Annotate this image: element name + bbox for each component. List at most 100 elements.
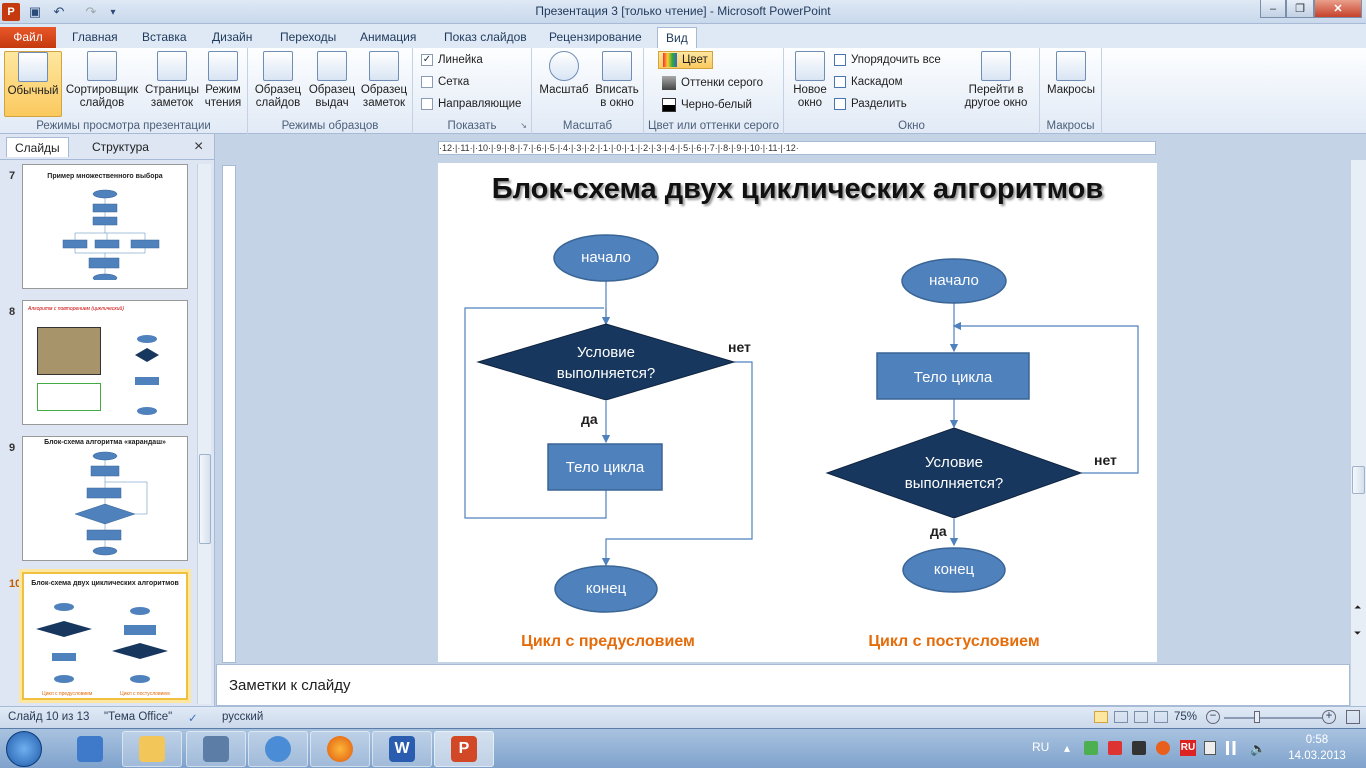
theme-name[interactable]: "Тема Office"	[104, 711, 172, 723]
globe-icon	[265, 736, 291, 762]
tab-outline[interactable]: Структура	[84, 137, 157, 157]
network-icon[interactable]	[1226, 741, 1242, 755]
next-slide-icon[interactable]: ⏷	[1354, 628, 1361, 639]
grayscale-icon	[662, 76, 676, 90]
slide-sorter-button[interactable]: Сортировщик слайдов	[63, 51, 141, 110]
minimize-button[interactable]: –	[1260, 0, 1286, 18]
right-caption: Цикл с постусловием	[868, 633, 1040, 650]
taskbar-explorer[interactable]	[122, 731, 182, 767]
zoom-out-icon[interactable]: −	[1206, 710, 1220, 724]
left-start-label: начало	[581, 249, 631, 266]
slide-thumbnail-9[interactable]: Блок-схема алгоритма «карандаш»	[22, 436, 188, 561]
slide-thumbnail-7[interactable]: Пример множественного выбора	[22, 164, 188, 289]
taskbar-word[interactable]: W	[372, 731, 432, 767]
dialog-launcher-icon[interactable]: ↘	[520, 121, 527, 130]
clock-date[interactable]: 14.03.2013	[1282, 750, 1352, 762]
close-pane-icon[interactable]: ×	[194, 138, 203, 156]
tab-file[interactable]: Файл	[0, 27, 56, 48]
tab-slideshow[interactable]: Показ слайдов	[436, 27, 535, 48]
notes-master-button[interactable]: Образец заметок	[358, 51, 410, 110]
input-language[interactable]: RU	[1032, 740, 1049, 754]
slideshow-status-icon[interactable]	[1154, 711, 1168, 723]
notes-pane[interactable]: Заметки к слайду	[216, 664, 1350, 706]
tray-icon-3[interactable]	[1132, 741, 1146, 755]
slide-thumbnail-10[interactable]: Блок-схема двух циклических алгоритмов Ц…	[22, 572, 188, 700]
pane-divider	[0, 159, 215, 160]
thumb-number: 10	[9, 578, 22, 590]
tray-icon-6[interactable]	[1204, 741, 1216, 755]
slides-pane: Слайды Структура × 7 Пример множественно…	[0, 134, 215, 706]
clock-time[interactable]: 0:58	[1282, 734, 1352, 746]
handout-master-button[interactable]: Образец выдач	[306, 51, 358, 110]
color-button[interactable]: Цвет	[658, 51, 713, 69]
tab-view[interactable]: Вид	[657, 27, 697, 49]
black-white-button[interactable]: Черно-белый	[662, 98, 752, 112]
zoom-slider-thumb[interactable]	[1254, 711, 1260, 723]
notes-master-icon	[369, 51, 399, 81]
normal-view-button[interactable]: Обычный	[4, 51, 62, 117]
tab-slides[interactable]: Слайды	[6, 137, 69, 157]
group-label-zoom: Масштаб	[562, 120, 613, 132]
tab-home[interactable]: Главная	[64, 27, 126, 48]
thumb-diagram: Цикл с предусловием Цикл с постусловием	[36, 603, 170, 697]
arrange-all-button[interactable]: Упорядочить все	[834, 54, 941, 66]
reading-view-status-icon[interactable]	[1134, 711, 1148, 723]
tab-review[interactable]: Рецензирование	[541, 27, 650, 48]
start-button[interactable]	[6, 731, 42, 767]
switch-window-button[interactable]: Перейти в другое окно	[956, 51, 1036, 110]
tab-design[interactable]: Дизайн	[204, 27, 260, 48]
guides-checkbox[interactable]: Направляющие	[421, 98, 521, 110]
fit-slide-icon[interactable]	[1346, 710, 1360, 724]
scroll-thumb[interactable]	[1352, 466, 1365, 494]
taskbar-firefox[interactable]	[310, 731, 370, 767]
thumb-box	[37, 383, 101, 411]
editor-scrollbar[interactable]: ⏶ ⏷	[1350, 160, 1366, 706]
zoom-in-icon[interactable]: +	[1322, 710, 1336, 724]
fit-to-window-button[interactable]: Вписать в окно	[592, 51, 642, 110]
pane-scroll-thumb[interactable]	[199, 454, 211, 544]
spellcheck-icon[interactable]: ✓	[188, 711, 198, 725]
prev-slide-icon[interactable]: ⏶	[1354, 602, 1361, 613]
tray-icon-2[interactable]	[1108, 741, 1122, 755]
normal-view-status-icon[interactable]	[1094, 711, 1108, 723]
zoom-level[interactable]: 75%	[1174, 711, 1197, 723]
tab-transitions[interactable]: Переходы	[272, 27, 344, 48]
flowchart	[464, 234, 1139, 613]
group-label-window: Окно	[898, 120, 925, 132]
pane-scrollbar[interactable]	[197, 164, 211, 704]
grid-checkbox[interactable]: Сетка	[421, 76, 469, 88]
macros-button[interactable]: Макросы	[1044, 51, 1098, 97]
grayscale-button[interactable]: Оттенки серого	[662, 76, 763, 90]
ruler-checkbox[interactable]: ✓ Линейка	[421, 54, 483, 66]
taskbar-keyboard[interactable]	[186, 731, 246, 767]
zoom-button[interactable]: Масштаб	[536, 51, 592, 97]
reading-view-button[interactable]: Режим чтения	[200, 51, 246, 110]
close-button[interactable]: ✕	[1314, 0, 1362, 18]
zoom-slider[interactable]	[1224, 717, 1322, 719]
notes-page-button[interactable]: Страницы заметок	[144, 51, 200, 110]
sorter-view-status-icon[interactable]	[1114, 711, 1128, 723]
maximize-button[interactable]: ❐	[1286, 0, 1314, 18]
slide-canvas[interactable]: Блок-схема двух циклических алгоритмов н…	[438, 163, 1157, 662]
split-button[interactable]: Разделить	[834, 98, 907, 110]
tab-animation[interactable]: Анимация	[352, 27, 424, 48]
slide-thumbnail-8[interactable]: Алгоритм с повторением (циклический)	[22, 300, 188, 425]
volume-icon[interactable]: 🔈	[1250, 741, 1266, 757]
taskbar-globe[interactable]	[248, 731, 308, 767]
tray-icon-1[interactable]	[1084, 741, 1098, 755]
tray-expand-icon[interactable]: ▴	[1064, 741, 1070, 755]
left-condition-diamond[interactable]	[476, 323, 736, 401]
slide-master-button[interactable]: Образец слайдов	[252, 51, 304, 110]
taskbar-app-1[interactable]	[60, 731, 120, 767]
tray-ru-icon[interactable]: RU	[1180, 740, 1196, 756]
tray-icon-4[interactable]	[1156, 741, 1170, 755]
new-window-button[interactable]: Новое окно	[788, 51, 832, 110]
language[interactable]: русский	[222, 711, 263, 723]
taskbar-powerpoint[interactable]: P	[434, 731, 494, 767]
cascade-button[interactable]: Каскадом	[834, 76, 903, 88]
group-color: Цвет Оттенки серого Черно-белый Цвет или…	[644, 48, 784, 134]
taskbar: W P RU ▴ RU 🔈 0:58 14.03.2013	[0, 728, 1366, 768]
thumb-note	[37, 327, 101, 375]
tab-insert[interactable]: Вставка	[134, 27, 195, 48]
right-condition-diamond[interactable]	[825, 427, 1083, 519]
